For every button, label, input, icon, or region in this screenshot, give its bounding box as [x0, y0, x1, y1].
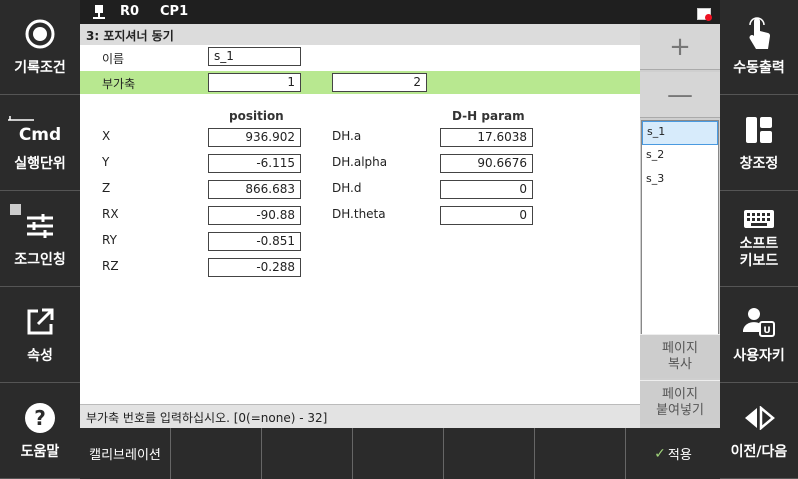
page-copy-label: 페이지 복사: [662, 340, 698, 372]
manual-output-label: 수동출력: [733, 60, 785, 76]
svg-text:U: U: [763, 326, 770, 336]
jog-inching-label: 조그인칭: [14, 252, 66, 268]
manual-output-button[interactable]: 수동출력: [720, 0, 798, 95]
softkey-2[interactable]: [171, 428, 262, 479]
sliders-icon: [23, 209, 57, 243]
pos-rx-label: RX: [102, 207, 119, 221]
execution-unit-button[interactable]: Cmd 실행단위: [0, 96, 80, 191]
list-item[interactable]: s_2: [642, 145, 718, 169]
softkey-5[interactable]: [444, 428, 535, 479]
pos-z-input[interactable]: 866.683: [208, 180, 301, 199]
alarm-flag-icon: [697, 8, 712, 21]
dh-theta-label: DH.theta: [332, 207, 386, 221]
dh-param-header: D-H param: [452, 109, 525, 123]
dh-d-label: DH.d: [332, 181, 362, 195]
page-paste-label: 페이지 붙여넣기: [656, 386, 704, 418]
pos-ry-input[interactable]: -0.851: [208, 232, 301, 251]
aux-axis-input-1[interactable]: 1: [208, 73, 301, 92]
soft-keyboard-label: 소프트 키보드: [739, 236, 779, 269]
robot-status-icon: [93, 5, 105, 19]
prev-next-button[interactable]: 이전/다음: [720, 384, 798, 479]
robot-number: R0: [120, 4, 140, 19]
pos-rx-input[interactable]: -90.88: [208, 206, 301, 225]
user-key-label: 사용자키: [733, 348, 785, 364]
list-item[interactable]: s_3: [642, 169, 718, 193]
soft-keyboard-button[interactable]: 소프트 키보드: [720, 192, 798, 287]
execution-unit-label: 실행단위: [14, 156, 66, 172]
svg-text:?: ?: [34, 406, 46, 430]
dh-alpha-label: DH.alpha: [332, 155, 388, 169]
jog-inching-button[interactable]: 조그인칭: [0, 192, 80, 287]
left-side-panel: 기록조건 Cmd 실행단위 조그인칭 속성 ? 도움말: [0, 0, 80, 479]
softkey-4[interactable]: [353, 428, 444, 479]
cmd-icon: Cmd: [8, 113, 70, 147]
list-item[interactable]: s_1: [642, 121, 718, 145]
remove-page-button[interactable]: —: [640, 72, 720, 118]
window-layout-icon: [742, 113, 776, 147]
softkey-3[interactable]: [262, 428, 353, 479]
apply-button[interactable]: ✓ 적용: [626, 428, 720, 479]
external-link-icon: [23, 305, 57, 339]
calibration-button[interactable]: 캘리브레이션: [80, 428, 171, 479]
pos-y-label: Y: [102, 155, 110, 169]
record-circle-icon: [23, 17, 57, 51]
softkey-6[interactable]: [535, 428, 626, 479]
dh-d-input[interactable]: 0: [440, 180, 533, 199]
control-point: CP1: [160, 4, 189, 19]
record-condition-label: 기록조건: [14, 60, 66, 76]
name-input[interactable]: s_1: [208, 47, 301, 66]
dh-theta-input[interactable]: 0: [440, 206, 533, 225]
check-icon: ✓: [654, 445, 666, 462]
pos-x-label: X: [102, 129, 111, 143]
calibration-label: 캘리브레이션: [89, 448, 161, 463]
aux-axis-label: 부가축: [102, 77, 136, 91]
add-page-button[interactable]: +: [640, 24, 720, 70]
user-key-icon: U: [742, 305, 776, 339]
checkbox-square-icon: [10, 204, 21, 215]
page-paste-button[interactable]: 페이지 붙여넣기: [640, 380, 720, 424]
window-adjust-label: 창조정: [739, 156, 779, 172]
help-icon: ?: [23, 401, 57, 435]
page-list-panel: + — s_1 s_2 s_3 페이지 복사 페이지 붙여넣기: [640, 24, 720, 428]
page-copy-button[interactable]: 페이지 복사: [640, 334, 720, 378]
dh-alpha-input[interactable]: 90.6676: [440, 154, 533, 173]
positioner-sync-form: 3: 포지셔너 동기 이름 s_1 부가축 1 2 position D-H p…: [80, 24, 640, 404]
prev-next-label: 이전/다음: [730, 444, 788, 460]
touch-hand-icon: [742, 17, 776, 51]
pos-x-input[interactable]: 936.902: [208, 128, 301, 147]
pos-y-input[interactable]: -6.115: [208, 154, 301, 173]
name-label: 이름: [102, 52, 125, 66]
pos-rz-input[interactable]: -0.288: [208, 258, 301, 277]
user-key-button[interactable]: U 사용자키: [720, 288, 798, 383]
dh-a-input[interactable]: 17.6038: [440, 128, 533, 147]
properties-label: 속성: [27, 348, 53, 364]
cmd-badge: Cmd: [18, 125, 62, 145]
page-list: s_1 s_2 s_3: [641, 120, 719, 352]
pos-z-label: Z: [102, 181, 111, 195]
window-adjust-button[interactable]: 창조정: [720, 96, 798, 191]
message-bar: 부가축 번호를 입력하십시오. [0(=none) - 32]: [80, 404, 640, 428]
bottom-softkeys: 캘리브레이션 ✓ 적용: [80, 428, 720, 479]
form-title: 3: 포지셔너 동기: [80, 24, 640, 45]
apply-label: 적용: [667, 448, 692, 463]
pos-rz-label: RZ: [102, 259, 119, 273]
pos-ry-label: RY: [102, 233, 117, 247]
status-bar: R0 CP1: [80, 0, 720, 24]
record-condition-button[interactable]: 기록조건: [0, 0, 80, 95]
keyboard-icon: [742, 208, 776, 230]
prev-next-icon: [742, 401, 776, 435]
properties-button[interactable]: 속성: [0, 288, 80, 383]
aux-axis-input-2[interactable]: 2: [332, 73, 427, 92]
dh-a-label: DH.a: [332, 129, 362, 143]
position-header: position: [229, 109, 284, 123]
help-button[interactable]: ? 도움말: [0, 384, 80, 479]
help-label: 도움말: [20, 444, 60, 460]
right-side-panel: 수동출력 창조정 소프트 키보드 U 사용자키 이전/다음: [720, 0, 798, 479]
